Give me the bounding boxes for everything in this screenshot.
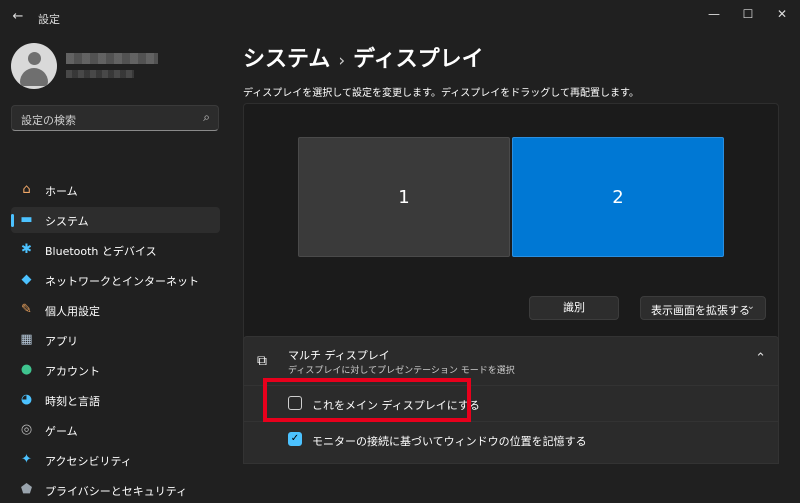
page-description: ディスプレイを選択して設定を変更します。ディスプレイをドラッグして再配置します。 bbox=[243, 88, 639, 99]
sidebar-item-account[interactable]: ● アカウント bbox=[11, 357, 220, 383]
sidebar-item-label: プライバシーとセキュリティ bbox=[45, 485, 188, 498]
monitor-2-label: 2 bbox=[612, 187, 624, 208]
display-mode-value: 表示画面を拡張する bbox=[651, 304, 750, 317]
gamepad-icon: ◎ bbox=[20, 422, 33, 437]
option-remember-window-positions: ✓ モニターの接続に基づいてウィンドウの位置を記憶する bbox=[243, 422, 779, 464]
multi-display-icon: ⧉ bbox=[257, 353, 267, 369]
monitor-1[interactable]: 1 bbox=[298, 137, 510, 257]
chevron-right-icon: › bbox=[338, 51, 346, 71]
app-title: 設定 bbox=[38, 13, 60, 26]
sidebar-item-label: アカウント bbox=[45, 365, 100, 378]
brush-icon: ✎ bbox=[21, 302, 32, 317]
sidebar-item-label: アプリ bbox=[45, 335, 78, 348]
sidebar-item-label: 時刻と言語 bbox=[45, 395, 100, 408]
sidebar-item-brush[interactable]: ✎ 個人用設定 bbox=[11, 297, 220, 323]
sidebar-item-bluetooth[interactable]: ✱ Bluetooth とデバイス bbox=[11, 237, 220, 263]
close-button[interactable]: ✕ bbox=[768, 4, 796, 24]
sidebar-item-label: 個人用設定 bbox=[45, 305, 100, 318]
apps-icon: ▦ bbox=[20, 332, 33, 347]
chevron-down-icon: ⌄ bbox=[746, 301, 755, 312]
sidebar-item-label: アクセシビリティ bbox=[45, 455, 132, 468]
sidebar-item-label: ネットワークとインターネット bbox=[45, 275, 199, 288]
bluetooth-icon: ✱ bbox=[21, 242, 32, 257]
sidebar-item-home[interactable]: ⌂ ホーム bbox=[11, 177, 220, 203]
home-icon: ⌂ bbox=[22, 182, 31, 197]
sidebar-item-label: ホーム bbox=[45, 185, 78, 198]
red-highlight-box bbox=[263, 378, 471, 422]
multi-display-title: マルチ ディスプレイ bbox=[288, 349, 390, 362]
arrow-left-icon[interactable]: ← bbox=[10, 9, 26, 25]
selected-indicator bbox=[11, 214, 14, 227]
page-title: ディスプレイ bbox=[353, 47, 484, 72]
sidebar-item-label: ゲーム bbox=[45, 425, 78, 438]
sidebar-item-accessibility[interactable]: ✦ アクセシビリティ bbox=[11, 447, 220, 473]
remember-positions-label[interactable]: モニターの接続に基づいてウィンドウの位置を記憶する bbox=[312, 433, 587, 449]
avatar[interactable] bbox=[11, 43, 57, 89]
sidebar-item-globe-clock[interactable]: ◕ 時刻と言語 bbox=[11, 387, 220, 413]
sidebar-item-wifi[interactable]: ◆ ネットワークとインターネット bbox=[11, 267, 220, 293]
minimize-button[interactable]: — bbox=[700, 4, 728, 24]
monitor-2[interactable]: 2 bbox=[512, 137, 724, 257]
sidebar-item-apps[interactable]: ▦ アプリ bbox=[11, 327, 220, 353]
search-placeholder: 設定の検索 bbox=[21, 114, 76, 127]
avatar-body-shape bbox=[20, 68, 48, 86]
search-icon[interactable]: ⌕ bbox=[203, 110, 210, 125]
title-bar: ← 設定 — ☐ ✕ bbox=[0, 0, 800, 36]
user-email-redacted bbox=[66, 70, 134, 78]
sidebar-item-monitor[interactable]: ▬ システム bbox=[11, 207, 220, 233]
display-mode-dropdown[interactable]: 表示画面を拡張する ⌄ bbox=[640, 296, 766, 320]
chevron-up-icon[interactable]: ⌃ bbox=[755, 351, 766, 366]
shield-icon: ⬟ bbox=[20, 482, 33, 497]
wifi-icon: ◆ bbox=[21, 272, 32, 287]
breadcrumb-parent[interactable]: システム bbox=[243, 47, 330, 72]
sidebar-item-label: システム bbox=[45, 215, 89, 228]
avatar-head-shape bbox=[28, 52, 41, 65]
account-icon: ● bbox=[20, 362, 33, 377]
accessibility-icon: ✦ bbox=[21, 452, 32, 467]
maximize-button[interactable]: ☐ bbox=[734, 4, 762, 24]
monitor-1-label: 1 bbox=[398, 187, 410, 208]
sidebar-item-shield[interactable]: ⬟ プライバシーとセキュリティ bbox=[11, 477, 220, 503]
sidebar-item-label: Bluetooth とデバイス bbox=[45, 245, 157, 258]
breadcrumb: システム › ディスプレイ bbox=[243, 41, 484, 73]
globe-clock-icon: ◕ bbox=[20, 392, 33, 407]
remember-positions-checkbox[interactable]: ✓ bbox=[288, 432, 302, 446]
sidebar: 設定の検索 ⌕ ⌂ ホーム ▬ システム ✱ Bluetooth とデバイス ◆ ネットワーク… bbox=[0, 36, 232, 498]
monitor-icon: ▬ bbox=[20, 212, 33, 227]
display-arrangement-panel: 1 2 識別 表示画面を拡張する ⌄ bbox=[243, 103, 779, 368]
sidebar-item-gamepad[interactable]: ◎ ゲーム bbox=[11, 417, 220, 443]
multi-display-subtitle: ディスプレイに対してプレゼンテーション モードを選択 bbox=[288, 366, 515, 376]
identify-button[interactable]: 識別 bbox=[529, 296, 619, 320]
settings-search-input[interactable]: 設定の検索 ⌕ bbox=[11, 105, 219, 131]
user-name-redacted bbox=[66, 53, 158, 64]
